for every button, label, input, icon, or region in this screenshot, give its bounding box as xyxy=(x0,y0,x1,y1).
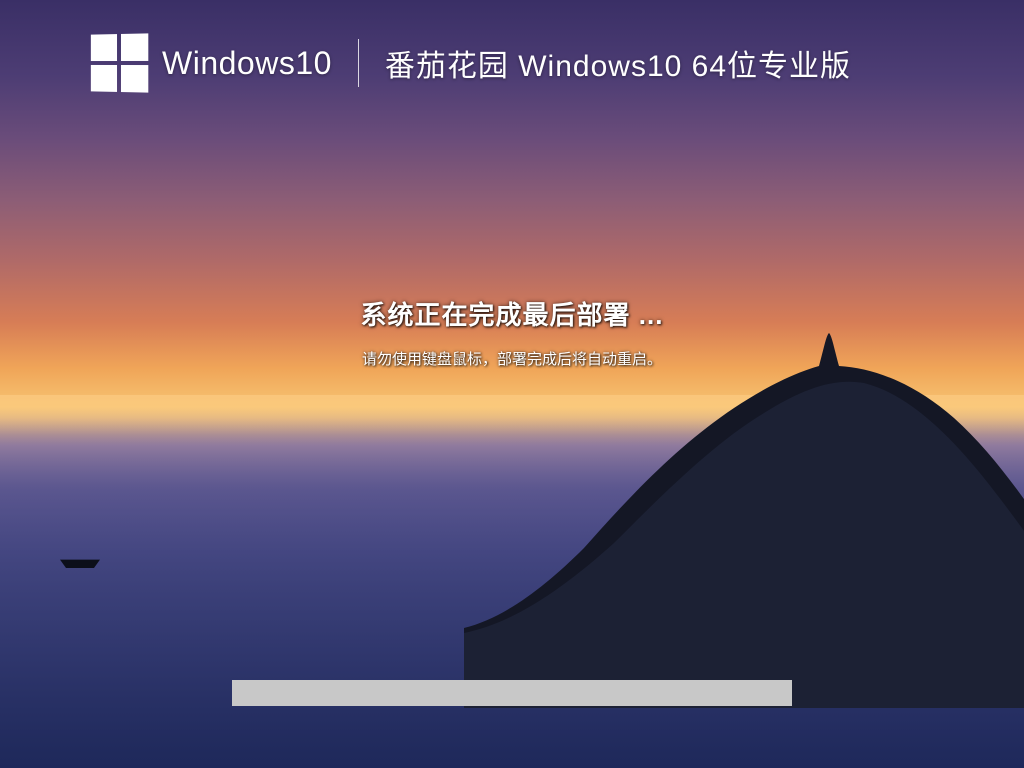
ocean-background xyxy=(0,418,1024,768)
status-block: 系统正在完成最后部署 ... 请勿使用键盘鼠标，部署完成后将自动重启。 xyxy=(0,295,1024,369)
progress-bar xyxy=(232,680,792,706)
windows-logo-icon xyxy=(91,33,148,92)
edition-title: 番茄花园 Windows10 64位专业版 xyxy=(385,41,851,85)
status-secondary-text: 请勿使用键盘鼠标，部署完成后将自动重启。 xyxy=(0,348,1024,369)
logo-text: Windows10 xyxy=(162,45,332,82)
header-divider xyxy=(358,39,359,87)
progress-track xyxy=(232,680,792,706)
boat-silhouette xyxy=(60,554,100,568)
install-splash-screen: Windows10 番茄花园 Windows10 64位专业版 系统正在完成最后… xyxy=(0,0,1024,768)
status-primary-text: 系统正在完成最后部署 ... xyxy=(0,295,1024,332)
header: Windows10 番茄花园 Windows10 64位专业版 xyxy=(90,34,984,92)
